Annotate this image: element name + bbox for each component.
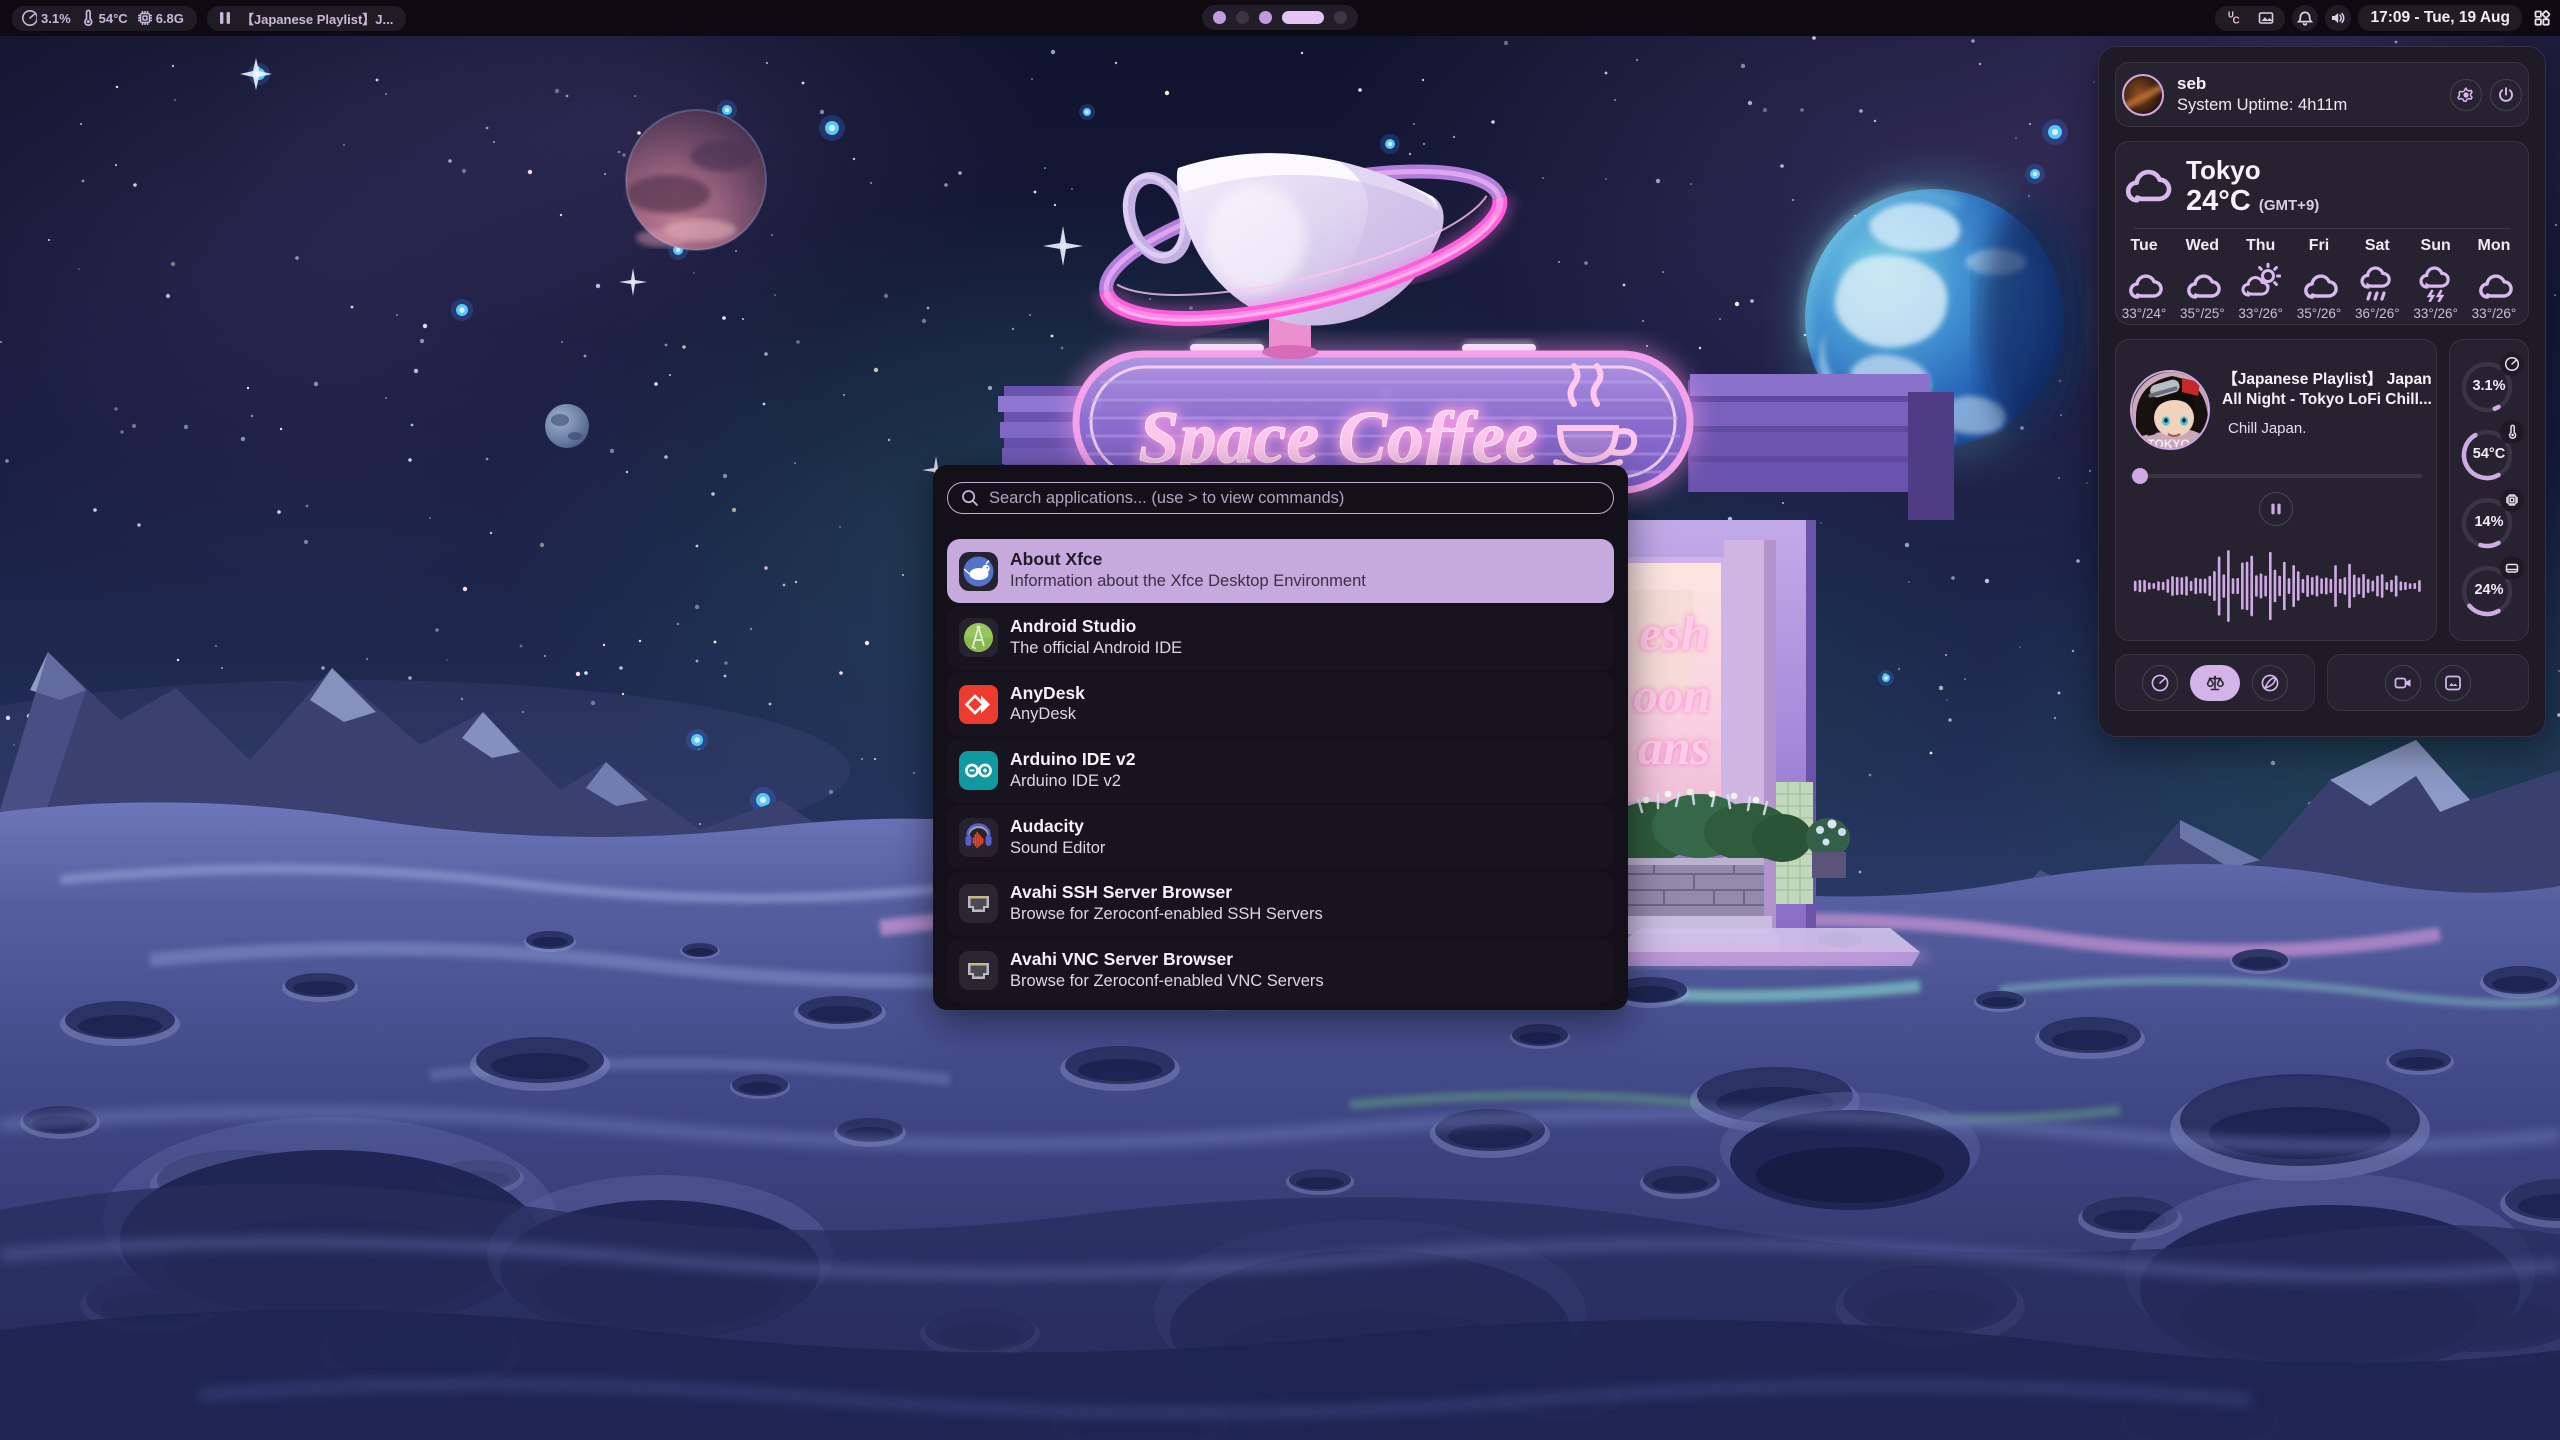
svg-text:C: C xyxy=(2233,16,2240,27)
svg-text:TOKYO L: TOKYO L xyxy=(2147,437,2200,450)
